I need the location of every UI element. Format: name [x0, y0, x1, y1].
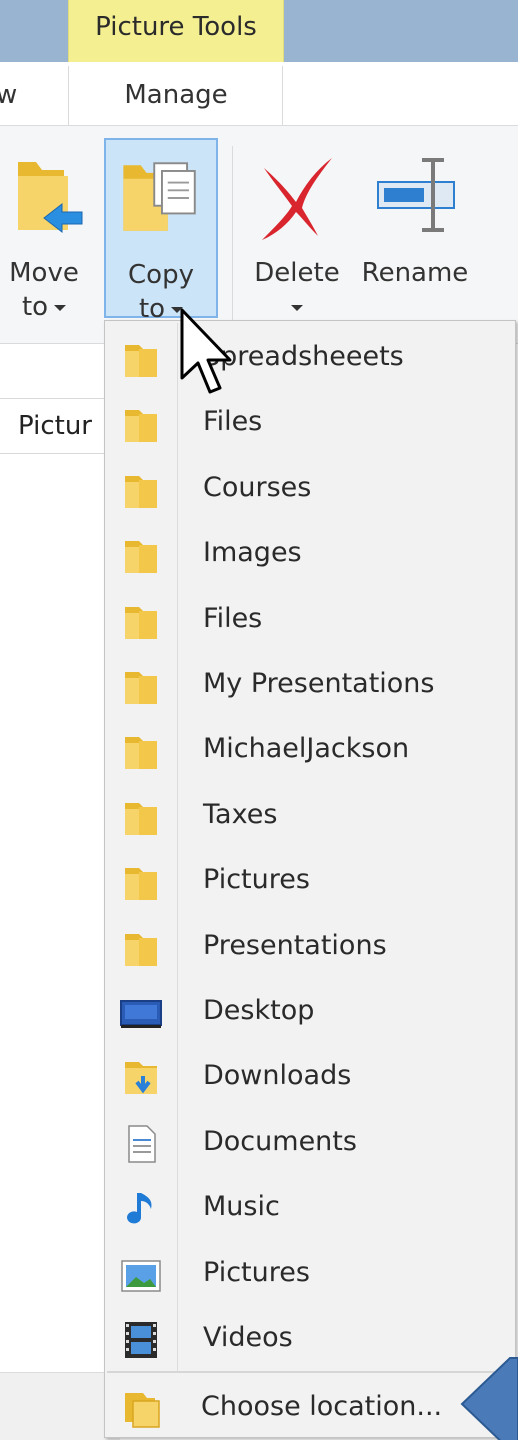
- callout-arrow-icon: [460, 1357, 518, 1440]
- folder-icon: [125, 737, 157, 770]
- picture-tools-label: Picture Tools: [95, 12, 257, 42]
- ribbon-tab-row: w Manage: [0, 62, 518, 126]
- folder-icon: [125, 868, 157, 901]
- tab-view-partial[interactable]: w: [0, 80, 17, 110]
- tab-divider: [282, 66, 283, 126]
- copy-to-menu: Choose location... Spreadsheeets Files Cou…: [104, 320, 516, 1438]
- folder-icon: [125, 672, 157, 704]
- menu-item[interactable]: Images: [105, 521, 515, 585]
- tab-manage[interactable]: Manage: [70, 62, 282, 126]
- chevron-down-icon: [291, 304, 303, 311]
- menu-item-label: Taxes: [203, 798, 278, 830]
- choose-location-icon: [125, 1393, 160, 1428]
- move-to-icon: [18, 162, 83, 234]
- mouse-cursor-icon: [180, 308, 232, 394]
- address-path: Pictur: [18, 411, 92, 441]
- menu-item[interactable]: Music: [105, 1175, 515, 1239]
- folder-icon: [125, 475, 157, 508]
- folder-icon: [125, 802, 157, 835]
- tab-divider: [68, 66, 69, 126]
- menu-item-label: MichaelJackson: [203, 733, 410, 765]
- menu-item-label: Files: [203, 406, 263, 438]
- menu-item[interactable]: Spreadsheeets: [105, 325, 515, 389]
- delete-button[interactable]: Delete: [246, 138, 348, 318]
- menu-item[interactable]: Documents: [105, 1110, 515, 1174]
- rename-button[interactable]: Rename: [356, 138, 474, 318]
- menu-item[interactable]: Presentations: [105, 914, 515, 978]
- menu-item-label: Courses: [203, 471, 312, 503]
- menu-item[interactable]: Files: [105, 587, 515, 651]
- copy-to-button[interactable]: Copy to: [104, 138, 218, 324]
- videos-icon: [125, 1322, 157, 1358]
- menu-item-label: Pictures: [203, 1256, 310, 1288]
- menu-item-label: Videos: [203, 1322, 293, 1353]
- menu-item[interactable]: Pictures: [105, 848, 515, 912]
- ribbon-panel: Move to Copy to Delete Rename: [0, 126, 518, 344]
- menu-item-label: Files: [203, 602, 263, 634]
- menu-item[interactable]: Videos: [105, 1306, 515, 1370]
- menu-item-label: Images: [203, 537, 302, 569]
- music-icon: [127, 1193, 152, 1224]
- menu-item-label: Choose location...: [201, 1391, 443, 1422]
- menu-item-label: Music: [203, 1191, 280, 1223]
- chevron-down-icon: [54, 304, 67, 311]
- menu-item[interactable]: Files: [105, 390, 515, 454]
- delete-dropdown[interactable]: [246, 290, 348, 324]
- ribbon-separator: [232, 146, 233, 326]
- downloads-icon: [125, 1062, 157, 1095]
- move-to-button[interactable]: Move to: [4, 138, 84, 322]
- folder-icon: [125, 933, 157, 966]
- documents-icon: [128, 1125, 156, 1163]
- menu-item[interactable]: Taxes: [105, 783, 515, 847]
- menu-item-label: Desktop: [203, 995, 315, 1026]
- desktop-icon: [120, 1000, 162, 1028]
- delete-icon: [262, 158, 332, 240]
- folder-icon: [125, 606, 157, 639]
- menu-item[interactable]: MichaelJackson: [105, 717, 515, 781]
- folder-icon: [125, 410, 157, 443]
- move-to-label-1: Move: [9, 258, 79, 288]
- bottom-panel: [0, 1372, 120, 1440]
- move-to-label-2: to: [4, 290, 84, 324]
- menu-separator: [107, 1371, 513, 1373]
- pictures-icon: [121, 1259, 161, 1292]
- folder-icon: [125, 541, 157, 574]
- folder-icon: [125, 345, 157, 377]
- menu-item[interactable]: Downloads: [105, 1044, 515, 1108]
- menu-item[interactable]: Courses: [105, 456, 515, 520]
- menu-item-label: Pictures: [203, 864, 310, 896]
- copy-to-label-1: Copy: [128, 260, 194, 290]
- menu-item-label: Documents: [203, 1125, 357, 1157]
- delete-label: Delete: [254, 258, 340, 288]
- rename-icon: [377, 158, 455, 232]
- menu-item-choose-location[interactable]: Choose location...: [105, 1375, 515, 1437]
- picture-tools-context-header: Picture Tools: [68, 0, 284, 62]
- menu-item[interactable]: Desktop: [105, 979, 515, 1043]
- title-bar: Picture Tools: [0, 0, 518, 62]
- menu-item[interactable]: Pictures: [105, 1241, 515, 1305]
- menu-item-label: My Presentations: [203, 668, 435, 699]
- rename-label: Rename: [361, 258, 469, 288]
- menu-item[interactable]: My Presentations: [105, 652, 515, 716]
- menu-item-label: Presentations: [203, 929, 387, 961]
- menu-item-label: Downloads: [203, 1060, 352, 1092]
- copy-to-icon: [123, 162, 196, 231]
